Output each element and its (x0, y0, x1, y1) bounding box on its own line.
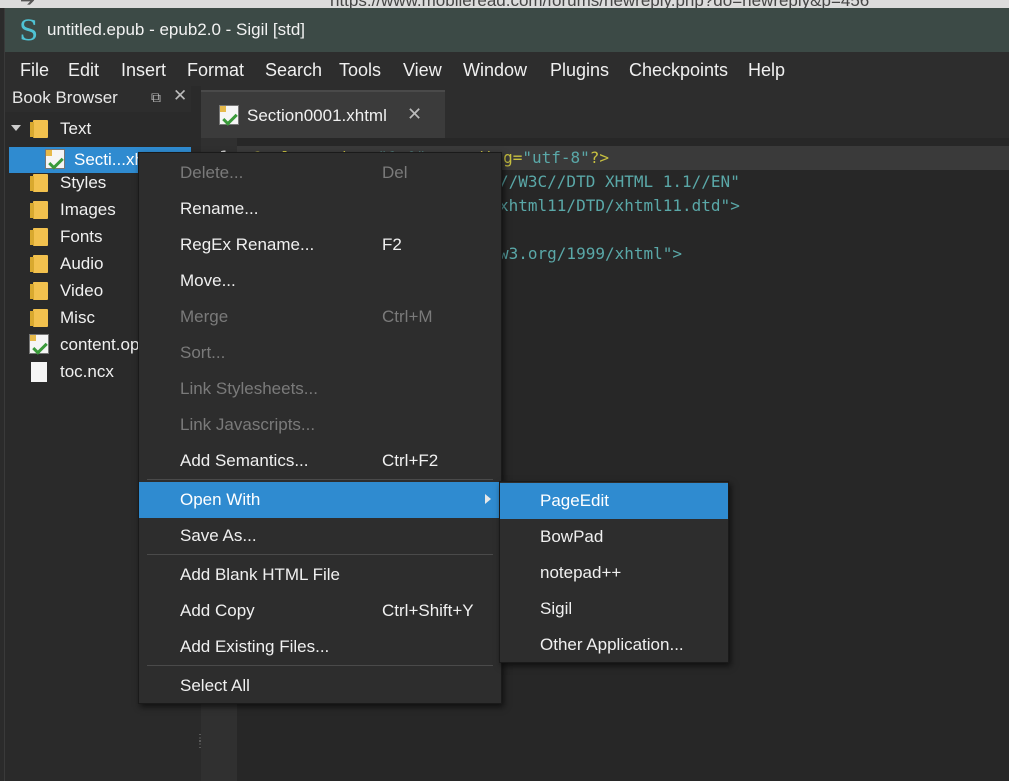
menu-insert[interactable]: Insert (121, 60, 166, 81)
menu-item-add-existing-files[interactable]: Add Existing Files... (139, 629, 501, 665)
code-token: "utf-8" (522, 148, 590, 167)
menu-bar: File Edit Insert Format Search Tools Vie… (5, 52, 1009, 86)
title-bar: S untitled.epub - epub2.0 - Sigil [std] (5, 8, 1009, 52)
sigil-app-icon: S (19, 14, 39, 47)
menu-item-select-all[interactable]: Select All (139, 668, 501, 704)
folder-icon (30, 174, 48, 192)
menu-item-regex-rename[interactable]: RegEx Rename... F2 (139, 227, 501, 263)
folder-icon (30, 282, 48, 300)
menu-item-delete[interactable]: Delete... Del (139, 155, 501, 191)
menu-format[interactable]: Format (187, 60, 244, 81)
menu-file[interactable]: File (20, 60, 49, 81)
menu-search[interactable]: Search (265, 60, 322, 81)
background-browser-strip: ➔ https://www.mobileread.com/forums/newr… (0, 0, 1009, 8)
menu-item-rename[interactable]: Rename... (139, 191, 501, 227)
submenu-item-bowpad[interactable]: BowPad (500, 519, 728, 555)
open-with-submenu: PageEdit BowPad notepad++ Sigil Other Ap… (499, 481, 729, 663)
tree-item-label: Video (60, 281, 104, 300)
tree-item-label: toc.ncx (60, 362, 114, 381)
menu-separator (147, 665, 493, 666)
float-panel-icon[interactable]: ⧉ (151, 89, 161, 106)
menu-item-merge[interactable]: Merge Ctrl+M (139, 299, 501, 335)
menu-item-add-copy[interactable]: Add Copy Ctrl+Shift+Y (139, 593, 501, 629)
tree-item-label: Fonts (60, 227, 103, 246)
menu-item-save-as[interactable]: Save As... (139, 518, 501, 554)
tree-item-label: Styles (60, 173, 107, 192)
menu-separator (147, 554, 493, 555)
book-browser-header: Book Browser ⧉ ✕ (5, 86, 191, 112)
window-title: untitled.epub - epub2.0 - Sigil [std] (47, 20, 305, 39)
menu-view[interactable]: View (403, 60, 442, 81)
menu-item-open-with[interactable]: Open With (139, 482, 501, 518)
document-icon (31, 362, 47, 382)
code-line-3: xhtml11/DTD/xhtml11.dtd"> (499, 196, 740, 215)
menu-item-sort[interactable]: Sort... (139, 335, 501, 371)
tab-close-icon[interactable]: ✕ (407, 104, 422, 125)
menu-plugins[interactable]: Plugins (550, 60, 609, 81)
menu-separator (147, 479, 493, 480)
menu-item-add-blank-html[interactable]: Add Blank HTML File (139, 557, 501, 593)
close-panel-icon[interactable]: ✕ (173, 86, 187, 106)
editor-tab-bar: Section0001.xhtml ✕ (201, 86, 1009, 140)
context-menu: Delete... Del Rename... RegEx Rename... F2… (138, 152, 502, 704)
background-url: https://www.mobileread.com/forums/newrep… (330, 0, 869, 8)
menu-checkpoints[interactable]: Checkpoints (629, 60, 728, 81)
menu-window[interactable]: Window (463, 60, 527, 81)
folder-icon (30, 309, 48, 327)
menu-help[interactable]: Help (748, 60, 785, 81)
menu-item-move[interactable]: Move... (139, 263, 501, 299)
tree-item-label: Audio (60, 254, 104, 273)
folder-icon (30, 255, 48, 273)
menu-tools[interactable]: Tools (339, 60, 381, 81)
submenu-item-other-application[interactable]: Other Application... (500, 627, 728, 663)
tab-section0001[interactable]: Section0001.xhtml ✕ (201, 90, 445, 140)
code-line-5: w3.org/1999/xhtml"> (499, 244, 683, 263)
folder-icon (30, 228, 48, 246)
menu-item-link-stylesheets[interactable]: Link Stylesheets... (139, 371, 501, 407)
submenu-item-pageedit[interactable]: PageEdit (500, 483, 728, 519)
tree-item-label: Misc (60, 308, 95, 327)
menu-item-link-javascripts[interactable]: Link Javascripts... (139, 407, 501, 443)
code-token: ?> (589, 148, 610, 167)
code-line-2: //W3C//DTD XHTML 1.1//EN" (499, 172, 740, 191)
menu-edit[interactable]: Edit (68, 60, 99, 81)
submenu-item-notepadpp[interactable]: notepad++ (500, 555, 728, 591)
menu-item-add-semantics[interactable]: Add Semantics... Ctrl+F2 (139, 443, 501, 479)
tree-item-label: content.opf (60, 335, 145, 354)
tree-item-label: Images (60, 200, 116, 219)
folder-icon (30, 201, 48, 219)
submenu-arrow-icon (485, 494, 491, 504)
xhtml-file-icon (219, 105, 239, 125)
book-browser-title: Book Browser (12, 88, 118, 107)
back-arrow-icon: ➔ (20, 0, 35, 8)
submenu-item-sigil[interactable]: Sigil (500, 591, 728, 627)
opf-file-icon (29, 334, 49, 354)
tab-label: Section0001.xhtml (247, 106, 387, 125)
